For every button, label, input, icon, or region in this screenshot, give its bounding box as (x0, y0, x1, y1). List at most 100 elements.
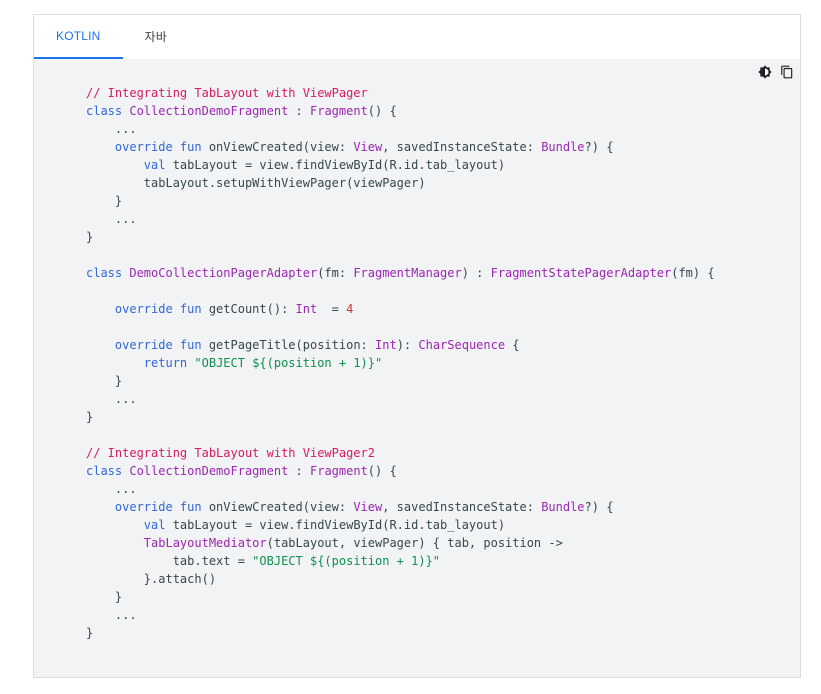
code-line: } (86, 372, 715, 390)
brightness-contrast-icon (758, 65, 772, 79)
code-token-keyword: override fun (114, 302, 202, 316)
code-token-type: View (353, 500, 383, 514)
code-token-plain: : (288, 464, 310, 478)
code-token-keyword: class (86, 266, 123, 280)
code-token-plain: ... (86, 392, 137, 406)
code-line: ... (86, 606, 715, 624)
code-token-type: DemoCollectionPagerAdapter (129, 266, 318, 280)
code-token-plain: } (86, 626, 94, 640)
code-token-plain: } (86, 590, 123, 604)
code-token-plain: { (505, 338, 520, 352)
code-line: val tabLayout = view.findViewById(R.id.t… (86, 156, 715, 174)
code-token-type: Fragment (310, 104, 368, 118)
code-token-type: Int (295, 302, 318, 316)
code-line: class CollectionDemoFragment : Fragment(… (86, 462, 715, 480)
code-token-plain: tabLayout = view.findViewById(R.id.tab_l… (165, 518, 506, 532)
code-token-plain: tab.text = (86, 554, 253, 568)
code-token-string: "OBJECT ${(position + 1)}" (252, 554, 441, 568)
code-line: val tabLayout = view.findViewById(R.id.t… (86, 516, 715, 534)
code-line: ... (86, 210, 715, 228)
code-line: } (86, 408, 715, 426)
copy-icon (781, 65, 793, 79)
code-line: class DemoCollectionPagerAdapter(fm: Fra… (86, 264, 715, 282)
code-line: override fun onViewCreated(view: View, s… (86, 138, 715, 156)
code-token-number: 4 (346, 302, 354, 316)
code-line: } (86, 228, 715, 246)
code-line: tab.text = "OBJECT ${(position + 1)}" (86, 552, 715, 570)
tab-kotlin[interactable]: KOTLIN (34, 15, 123, 59)
code-token-plain: : (288, 104, 310, 118)
code-token-type: Bundle (541, 140, 585, 154)
code-token-type: CharSequence (418, 338, 506, 352)
code-token-string: "OBJECT ${(position + 1)}" (194, 356, 383, 370)
code-token-keyword: val (143, 158, 166, 172)
code-token-type: CollectionDemoFragment (129, 464, 289, 478)
code-token-type: TabLayoutMediator (143, 536, 267, 550)
code-line: // Integrating TabLayout with ViewPager (86, 84, 715, 102)
code-token-type: FragmentManager (353, 266, 462, 280)
code-token-plain: ... (86, 122, 137, 136)
code-token-plain: } (86, 374, 123, 388)
code-line: ... (86, 390, 715, 408)
code-token-plain: ?) { (584, 500, 614, 514)
code-token-plain: } (86, 194, 123, 208)
code-token-plain: (fm) { (671, 266, 715, 280)
code-line: } (86, 192, 715, 210)
code-line: tabLayout.setupWithViewPager(viewPager) (86, 174, 715, 192)
code-token-type: Bundle (541, 500, 585, 514)
code-token-plain: getPageTitle(position: (201, 338, 375, 352)
code-token-keyword: class (86, 104, 123, 118)
code-token-plain: ... (86, 212, 137, 226)
code-line: return "OBJECT ${(position + 1)}" (86, 354, 715, 372)
code-line: } (86, 588, 715, 606)
code-line: override fun getCount(): Int = 4 (86, 300, 715, 318)
code-line: } (86, 624, 715, 642)
code-line: ... (86, 120, 715, 138)
code-token-plain: (tabLayout, viewPager) { tab, position -… (266, 536, 563, 550)
code-token-type: Fragment (310, 464, 368, 478)
copy-button[interactable] (778, 63, 796, 81)
code-line: override fun getPageTitle(position: Int)… (86, 336, 715, 354)
code-token-plain: = (317, 302, 347, 316)
code-listing: // Integrating TabLayout with ViewPager c… (86, 84, 715, 642)
code-token-type: CollectionDemoFragment (129, 104, 289, 118)
code-token-plain: }.attach() (86, 572, 217, 586)
theme-toggle-button[interactable] (756, 63, 774, 81)
code-line: // Integrating TabLayout with ViewPager2 (86, 444, 715, 462)
code-toolbar (756, 63, 796, 81)
code-token-plain: , savedInstanceState: (382, 140, 542, 154)
code-sample-widget: KOTLIN 자바 // Integrating TabLayout with … (33, 14, 801, 678)
code-token-plain: ): (396, 338, 419, 352)
code-token-plain: tabLayout.setupWithViewPager(viewPager) (86, 176, 426, 190)
tab-java[interactable]: 자바 (123, 15, 189, 59)
code-line: TabLayoutMediator(tabLayout, viewPager) … (86, 534, 715, 552)
code-token-plain: onViewCreated(view: (201, 500, 354, 514)
code-token-plain: ) : (461, 266, 491, 280)
code-line: class CollectionDemoFragment : Fragment(… (86, 102, 715, 120)
code-token-type: Int (375, 338, 397, 352)
code-token-comment: // Integrating TabLayout with ViewPager (86, 86, 368, 100)
code-token-keyword: override fun (114, 338, 202, 352)
code-block: // Integrating TabLayout with ViewPager c… (34, 59, 800, 677)
language-tabs: KOTLIN 자바 (34, 15, 800, 60)
code-token-plain: (fm: (317, 266, 354, 280)
code-token-keyword: val (143, 518, 166, 532)
code-line: }.attach() (86, 570, 715, 588)
code-token-keyword: override fun (114, 500, 202, 514)
code-line: override fun onViewCreated(view: View, s… (86, 498, 715, 516)
code-token-plain: , savedInstanceState: (382, 500, 542, 514)
code-token-type: FragmentStatePagerAdapter (490, 266, 672, 280)
code-token-plain: } (86, 230, 94, 244)
code-token-plain: } (86, 410, 94, 424)
code-token-plain: ... (86, 608, 137, 622)
